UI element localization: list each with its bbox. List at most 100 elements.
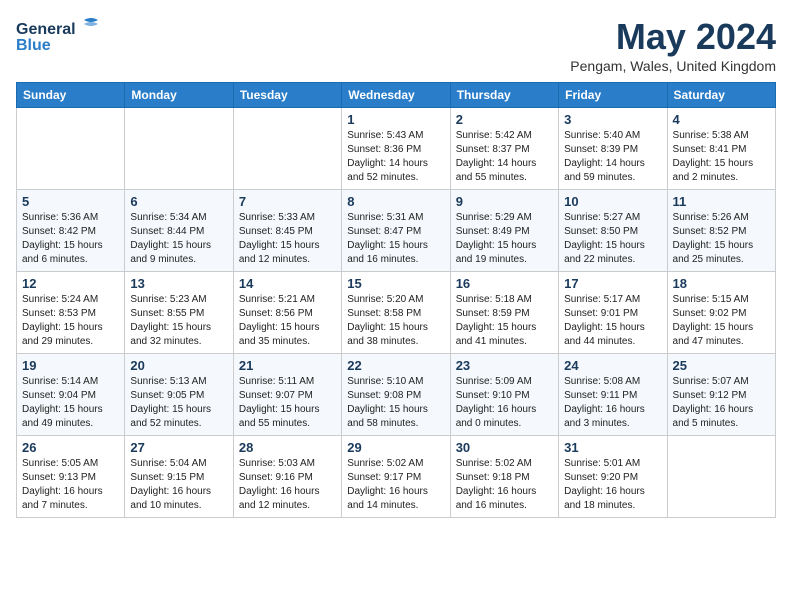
day-number: 26 [22, 440, 119, 455]
day-number: 20 [130, 358, 227, 373]
weekday-header: Thursday [450, 83, 558, 108]
day-number: 24 [564, 358, 661, 373]
day-info: Sunrise: 5:20 AMSunset: 8:58 PMDaylight:… [347, 293, 444, 349]
calendar-day-cell: 21 Sunrise: 5:11 AMSunset: 9:07 PMDayligh… [233, 354, 341, 436]
day-info: Sunrise: 5:01 AMSunset: 9:20 PMDaylight:… [564, 457, 661, 513]
day-info: Sunrise: 5:09 AMSunset: 9:10 PMDaylight:… [456, 375, 553, 431]
day-number: 18 [673, 276, 770, 291]
day-info: Sunrise: 5:17 AMSunset: 9:01 PMDaylight:… [564, 293, 661, 349]
calendar-day-cell: 10 Sunrise: 5:27 AMSunset: 8:50 PMDayligh… [559, 190, 667, 272]
page-header: General Blue May 2024 Pengam, Wales, Uni… [16, 16, 776, 74]
day-number: 21 [239, 358, 336, 373]
weekday-header: Tuesday [233, 83, 341, 108]
calendar-day-cell: 28 Sunrise: 5:03 AMSunset: 9:16 PMDayligh… [233, 436, 341, 518]
day-number: 11 [673, 194, 770, 209]
day-info: Sunrise: 5:07 AMSunset: 9:12 PMDaylight:… [673, 375, 770, 431]
calendar-day-cell: 6 Sunrise: 5:34 AMSunset: 8:44 PMDaylight… [125, 190, 233, 272]
calendar-day-cell: 8 Sunrise: 5:31 AMSunset: 8:47 PMDaylight… [342, 190, 450, 272]
day-number: 29 [347, 440, 444, 455]
calendar-table: SundayMondayTuesdayWednesdayThursdayFrid… [16, 82, 776, 518]
weekday-header: Friday [559, 83, 667, 108]
day-number: 5 [22, 194, 119, 209]
day-info: Sunrise: 5:23 AMSunset: 8:55 PMDaylight:… [130, 293, 227, 349]
day-info: Sunrise: 5:31 AMSunset: 8:47 PMDaylight:… [347, 211, 444, 267]
calendar-week-row: 26 Sunrise: 5:05 AMSunset: 9:13 PMDayligh… [17, 436, 776, 518]
day-number: 7 [239, 194, 336, 209]
calendar-day-cell: 14 Sunrise: 5:21 AMSunset: 8:56 PMDayligh… [233, 272, 341, 354]
day-info: Sunrise: 5:05 AMSunset: 9:13 PMDaylight:… [22, 457, 119, 513]
day-info: Sunrise: 5:36 AMSunset: 8:42 PMDaylight:… [22, 211, 119, 267]
svg-text:General: General [16, 21, 76, 38]
day-info: Sunrise: 5:11 AMSunset: 9:07 PMDaylight:… [239, 375, 336, 431]
weekday-header: Saturday [667, 83, 775, 108]
calendar-day-cell: 22Sunrise: 5:10 AMSunset: 9:08 PMDayligh… [342, 354, 450, 436]
calendar-day-cell: 1Sunrise: 5:43 AMSunset: 8:36 PMDaylight… [342, 108, 450, 190]
calendar-day-cell: 9 Sunrise: 5:29 AMSunset: 8:49 PMDaylight… [450, 190, 558, 272]
day-info: Sunrise: 5:15 AMSunset: 9:02 PMDaylight:… [673, 293, 770, 349]
day-info: Sunrise: 5:29 AMSunset: 8:49 PMDaylight:… [456, 211, 553, 267]
calendar-day-cell: 15Sunrise: 5:20 AMSunset: 8:58 PMDayligh… [342, 272, 450, 354]
calendar-week-row: 1Sunrise: 5:43 AMSunset: 8:36 PMDaylight… [17, 108, 776, 190]
day-number: 8 [347, 194, 444, 209]
calendar-week-row: 5 Sunrise: 5:36 AMSunset: 8:42 PMDaylight… [17, 190, 776, 272]
svg-text:Blue: Blue [16, 37, 51, 54]
title-area: May 2024 Pengam, Wales, United Kingdom [570, 16, 776, 74]
day-number: 4 [673, 112, 770, 127]
day-number: 17 [564, 276, 661, 291]
calendar-day-cell: 13Sunrise: 5:23 AMSunset: 8:55 PMDayligh… [125, 272, 233, 354]
day-number: 28 [239, 440, 336, 455]
weekday-header: Wednesday [342, 83, 450, 108]
calendar-day-cell: 23Sunrise: 5:09 AMSunset: 9:10 PMDayligh… [450, 354, 558, 436]
day-number: 27 [130, 440, 227, 455]
logo: General Blue [16, 16, 106, 54]
day-info: Sunrise: 5:26 AMSunset: 8:52 PMDaylight:… [673, 211, 770, 267]
calendar-week-row: 19 Sunrise: 5:14 AMSunset: 9:04 PMDayligh… [17, 354, 776, 436]
day-info: Sunrise: 5:21 AMSunset: 8:56 PMDaylight:… [239, 293, 336, 349]
calendar-day-cell [125, 108, 233, 190]
calendar-day-cell: 24Sunrise: 5:08 AMSunset: 9:11 PMDayligh… [559, 354, 667, 436]
day-info: Sunrise: 5:24 AMSunset: 8:53 PMDaylight:… [22, 293, 119, 349]
day-number: 6 [130, 194, 227, 209]
day-info: Sunrise: 5:03 AMSunset: 9:16 PMDaylight:… [239, 457, 336, 513]
calendar-day-cell: 19 Sunrise: 5:14 AMSunset: 9:04 PMDayligh… [17, 354, 125, 436]
day-info: Sunrise: 5:42 AMSunset: 8:37 PMDaylight:… [456, 129, 553, 185]
day-number: 30 [456, 440, 553, 455]
day-number: 2 [456, 112, 553, 127]
calendar-day-cell: 27 Sunrise: 5:04 AMSunset: 9:15 PMDayligh… [125, 436, 233, 518]
calendar-day-cell: 5 Sunrise: 5:36 AMSunset: 8:42 PMDaylight… [17, 190, 125, 272]
day-info: Sunrise: 5:18 AMSunset: 8:59 PMDaylight:… [456, 293, 553, 349]
weekday-header-row: SundayMondayTuesdayWednesdayThursdayFrid… [17, 83, 776, 108]
day-info: Sunrise: 5:34 AMSunset: 8:44 PMDaylight:… [130, 211, 227, 267]
day-number: 1 [347, 112, 444, 127]
day-number: 10 [564, 194, 661, 209]
day-info: Sunrise: 5:14 AMSunset: 9:04 PMDaylight:… [22, 375, 119, 431]
calendar-day-cell: 18 Sunrise: 5:15 AMSunset: 9:02 PMDayligh… [667, 272, 775, 354]
day-number: 16 [456, 276, 553, 291]
weekday-header: Monday [125, 83, 233, 108]
logo-svg: General Blue [16, 16, 106, 54]
location: Pengam, Wales, United Kingdom [570, 58, 776, 74]
month-title: May 2024 [570, 16, 776, 58]
day-info: Sunrise: 5:13 AMSunset: 9:05 PMDaylight:… [130, 375, 227, 431]
day-number: 22 [347, 358, 444, 373]
day-info: Sunrise: 5:33 AMSunset: 8:45 PMDaylight:… [239, 211, 336, 267]
calendar-day-cell [667, 436, 775, 518]
calendar-day-cell: 11 Sunrise: 5:26 AMSunset: 8:52 PMDayligh… [667, 190, 775, 272]
day-info: Sunrise: 5:38 AMSunset: 8:41 PMDaylight:… [673, 129, 770, 185]
calendar-day-cell: 25 Sunrise: 5:07 AMSunset: 9:12 PMDayligh… [667, 354, 775, 436]
calendar-day-cell: 7 Sunrise: 5:33 AMSunset: 8:45 PMDaylight… [233, 190, 341, 272]
day-info: Sunrise: 5:27 AMSunset: 8:50 PMDaylight:… [564, 211, 661, 267]
day-number: 19 [22, 358, 119, 373]
day-info: Sunrise: 5:02 AMSunset: 9:17 PMDaylight:… [347, 457, 444, 513]
day-number: 3 [564, 112, 661, 127]
day-number: 25 [673, 358, 770, 373]
day-number: 14 [239, 276, 336, 291]
calendar-day-cell [233, 108, 341, 190]
calendar-day-cell: 16 Sunrise: 5:18 AMSunset: 8:59 PMDayligh… [450, 272, 558, 354]
day-info: Sunrise: 5:02 AMSunset: 9:18 PMDaylight:… [456, 457, 553, 513]
calendar-day-cell: 4 Sunrise: 5:38 AMSunset: 8:41 PMDaylight… [667, 108, 775, 190]
calendar-day-cell: 17 Sunrise: 5:17 AMSunset: 9:01 PMDayligh… [559, 272, 667, 354]
day-info: Sunrise: 5:04 AMSunset: 9:15 PMDaylight:… [130, 457, 227, 513]
calendar-day-cell: 3Sunrise: 5:40 AMSunset: 8:39 PMDaylight… [559, 108, 667, 190]
day-number: 9 [456, 194, 553, 209]
